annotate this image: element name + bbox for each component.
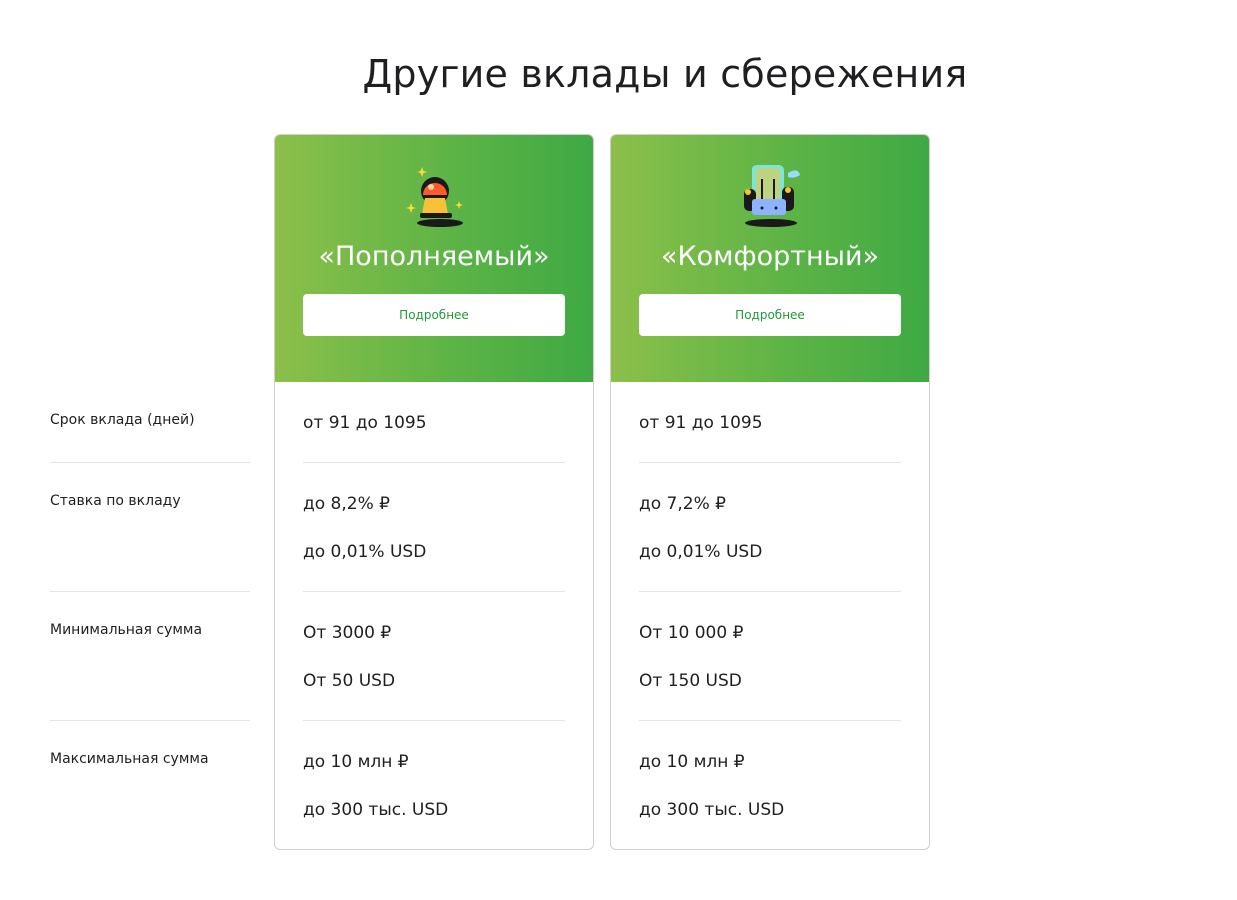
max-usd-value: до 300 тыс. USD	[639, 800, 785, 820]
row-divider	[639, 462, 901, 463]
deposit-card-komfortny: «Комфортный» Подробнее от 91 до 1095 до …	[610, 134, 930, 850]
row-divider	[50, 462, 250, 463]
min-rub-value: От 10 000 ₽	[639, 623, 744, 643]
bell-icon	[406, 167, 463, 227]
details-button[interactable]: Подробнее	[639, 294, 901, 336]
deposit-card-popolnyaemy: «Пополняемый» Подробнее от 91 до 1095 до…	[274, 134, 594, 850]
armchair-icon	[744, 165, 800, 227]
row-label-text: Ставка по вкладу	[50, 493, 181, 509]
card-header: «Пополняемый» Подробнее	[275, 135, 593, 382]
page-title: Другие вклады и сбережения	[362, 52, 968, 96]
max-rub-value: до 10 млн ₽	[303, 752, 409, 772]
row-divider	[50, 591, 250, 592]
row-divider	[639, 591, 901, 592]
row-divider	[50, 720, 250, 721]
min-usd-value: От 150 USD	[639, 671, 742, 691]
rate-usd-value: до 0,01% USD	[639, 542, 763, 562]
row-label-text: Максимальная сумма	[50, 751, 209, 767]
row-divider	[303, 591, 565, 592]
card-title: «Комфортный»	[660, 241, 880, 272]
row-divider	[303, 462, 565, 463]
rate-rub-value: до 8,2% ₽	[303, 494, 390, 514]
row-label-text: Минимальная сумма	[50, 622, 203, 638]
max-usd-value: до 300 тыс. USD	[303, 800, 449, 820]
card-title: «Пополняемый»	[318, 241, 550, 272]
card-header: «Комфортный» Подробнее	[611, 135, 929, 382]
max-rub-value: до 10 млн ₽	[639, 752, 745, 772]
row-label-text: Срок вклада (дней)	[50, 412, 195, 428]
term-value: от 91 до 1095	[639, 413, 763, 433]
rate-rub-value: до 7,2% ₽	[639, 494, 726, 514]
term-value: от 91 до 1095	[303, 413, 427, 433]
row-divider	[639, 720, 901, 721]
min-rub-value: От 3000 ₽	[303, 623, 392, 643]
min-usd-value: От 50 USD	[303, 671, 396, 691]
details-button[interactable]: Подробнее	[303, 294, 565, 336]
row-divider	[303, 720, 565, 721]
deposits-page: Другие вклады и сбережения Срок вклада (…	[0, 0, 1237, 900]
rate-usd-value: до 0,01% USD	[303, 542, 427, 562]
